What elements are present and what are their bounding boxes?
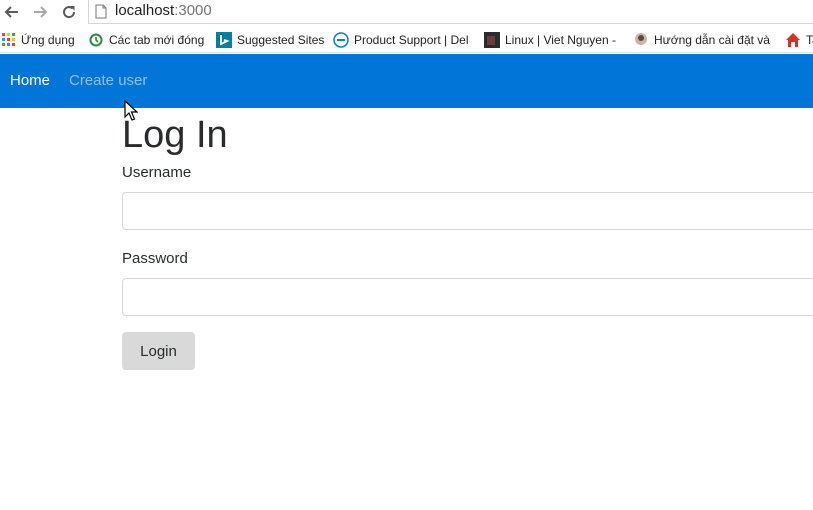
bookmark-label: Product Support | Del [354,33,469,47]
bookmark-label: Ta [806,33,813,47]
reload-icon [63,6,76,19]
back-button[interactable] [2,2,22,22]
bookmark-suggested-sites[interactable]: Suggested Sites [216,30,324,50]
nav-create-user-link[interactable]: Create user [69,72,147,89]
bookmark-recent-tabs[interactable]: Các tab mới đóng [88,30,204,50]
back-arrow-icon [4,6,18,18]
forward-button[interactable] [30,2,50,22]
bookmark-label: Linux | Viet Nguyen - [505,33,616,47]
reload-button[interactable] [59,2,79,22]
avatar-icon [635,33,647,45]
url-text: localhost:3000 [115,2,212,19]
address-row: localhost:3000 [0,0,813,25]
page-icon [95,4,107,19]
bookmark-label: Hướng dẫn cài đặt và [654,33,770,47]
bookmark-linux[interactable]: Linux | Viet Nguyen - [484,30,616,50]
nav-home-link[interactable]: Home [10,72,50,89]
bookmark-label: Các tab mới đóng [109,33,205,47]
password-input[interactable] [122,278,813,316]
bookmark-huong-dan[interactable]: Hướng dẫn cài đặt và [633,30,770,50]
url-host: localhost [115,2,175,19]
bookmark-dell[interactable]: Product Support | Del [333,30,469,50]
url-port: :3000 [174,2,212,19]
address-bar[interactable]: localhost:3000 [88,0,813,24]
bookmark-apps[interactable]: Ứng dụng [2,30,75,50]
forward-arrow-icon [34,6,48,18]
thumbnail-icon [484,32,500,48]
history-icon [89,33,103,47]
password-label: Password [122,250,188,267]
bookmark-ta[interactable]: Ta [785,30,813,50]
home-icon [786,33,800,47]
top-navbar: Home Create user [0,54,813,108]
bookmarks-bar: Ứng dụng Các tab mới đóng Suggested Site… [0,27,813,53]
login-button[interactable]: Login [122,332,195,370]
dell-icon [333,32,349,48]
bookmark-label: Suggested Sites [237,33,325,47]
bookmark-label: Ứng dụng [21,33,75,47]
username-label: Username [122,164,192,181]
username-input[interactable] [122,192,813,230]
browser-chrome: localhost:3000 Ứng dụng Các tab mới đóng [0,0,813,54]
apps-grid-icon [2,33,15,46]
bing-icon [216,32,232,48]
page-title: Log In [122,114,228,156]
